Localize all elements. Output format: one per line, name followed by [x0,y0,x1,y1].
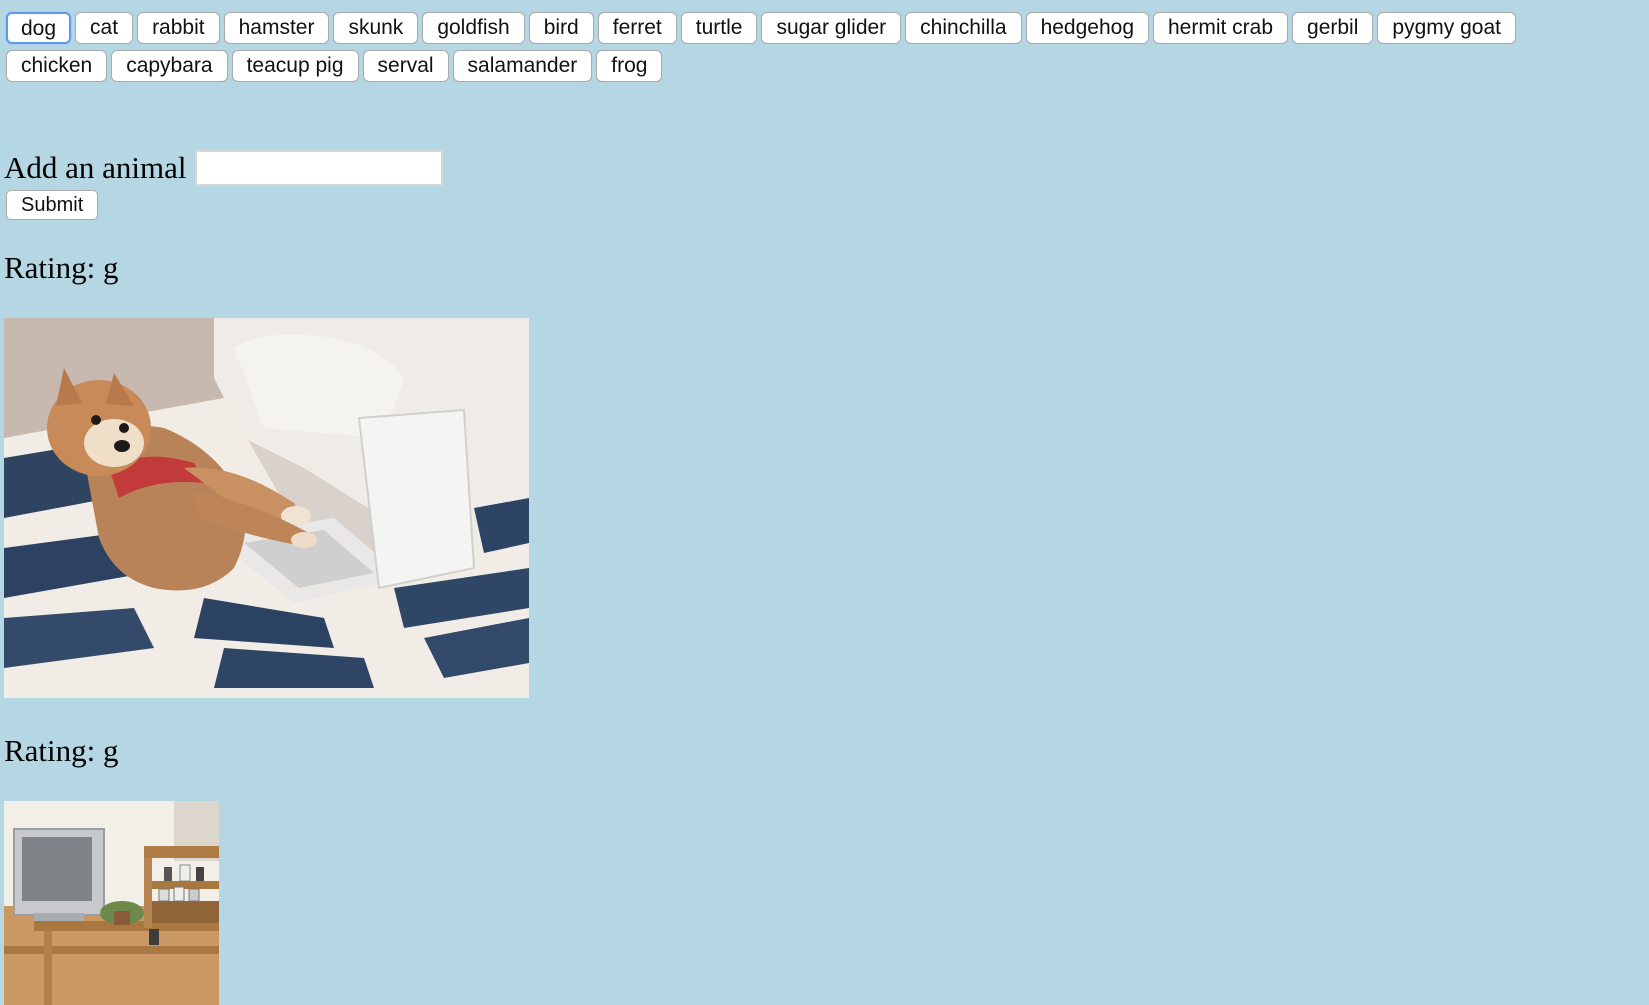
animal-button-goldfish[interactable]: goldfish [422,12,525,44]
animal-button-teacup-pig[interactable]: teacup pig [231,50,359,82]
result-gif-room-tv [4,801,219,1005]
animal-button-bird[interactable]: bird [528,12,594,44]
animal-button-skunk[interactable]: skunk [333,12,419,44]
dog-laptop-image [4,318,529,698]
animal-button-hamster[interactable]: hamster [223,12,330,44]
animal-button-sugar-glider[interactable]: sugar glider [761,12,902,44]
animal-button-salamander[interactable]: salamander [452,50,593,82]
animal-button-turtle[interactable]: turtle [680,12,758,44]
submit-button[interactable]: Submit [6,190,99,220]
animal-button-pygmy-goat[interactable]: pygmy goat [1377,12,1516,44]
animal-button-frog[interactable]: frog [596,50,663,82]
result-rating: Rating: g [4,733,119,768]
animal-button-rabbit[interactable]: rabbit [137,12,220,44]
animal-button-ferret[interactable]: ferret [597,12,677,44]
animal-button-hedgehog[interactable]: hedgehog [1025,12,1149,44]
result-gif-dog-laptop [4,318,529,698]
page: dog cat rabbit hamster skunk goldfish bi… [0,0,1649,1005]
animal-button-capybara[interactable]: capybara [111,50,228,82]
animal-button-hermit-crab[interactable]: hermit crab [1153,12,1289,44]
add-animal-input[interactable] [194,150,443,186]
room-tv-image [4,801,219,1005]
add-animal-form: Add an animal [4,150,443,186]
result-rating: Rating: g [4,250,119,285]
animal-button-serval[interactable]: serval [362,50,449,82]
animal-button-chicken[interactable]: chicken [6,50,108,82]
animal-button-chinchilla[interactable]: chinchilla [905,12,1022,44]
add-animal-label: Add an animal [4,150,187,185]
animal-button-dog[interactable]: dog [6,12,72,44]
animal-button-bar: dog cat rabbit hamster skunk goldfish bi… [6,12,1606,82]
animal-button-gerbil[interactable]: gerbil [1292,12,1374,44]
animal-button-cat[interactable]: cat [75,12,134,44]
